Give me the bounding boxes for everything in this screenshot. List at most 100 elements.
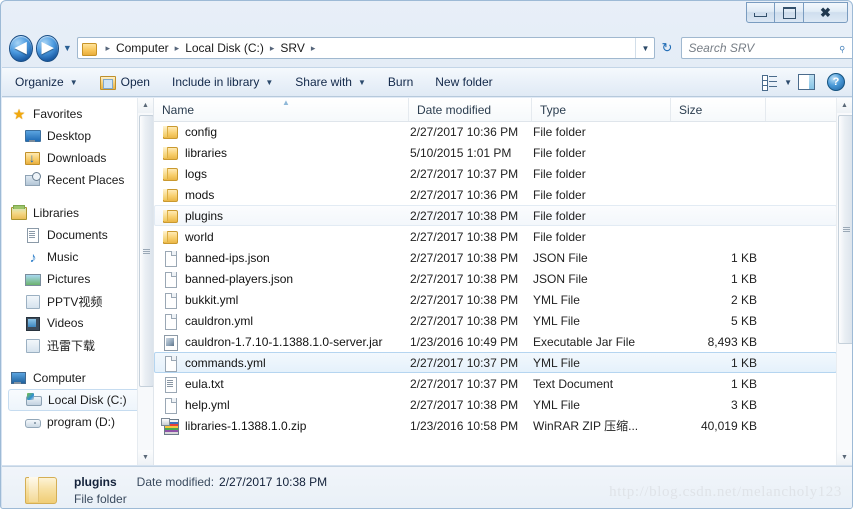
sidebar-group-computer[interactable]: Computer bbox=[2, 367, 153, 389]
maximize-button[interactable] bbox=[775, 2, 804, 23]
breadcrumb-separator: ▸ bbox=[174, 42, 180, 53]
sidebar-item-pptv[interactable]: PPTV视频 bbox=[2, 290, 153, 312]
table-row[interactable]: banned-players.json 2/27/2017 10:38 PM JSO… bbox=[154, 268, 837, 289]
table-row[interactable]: cauldron.yml 2/27/2017 10:38 PM YML File 5 … bbox=[154, 310, 837, 331]
navigation-pane-scrollbar[interactable]: ▲ ▼ bbox=[137, 98, 153, 465]
breadcrumb-item-local-disk[interactable]: Local Disk (C:) bbox=[184, 41, 265, 55]
generic-library-icon bbox=[24, 293, 42, 309]
refresh-icon: ↻ bbox=[661, 40, 673, 55]
file-list-scrollbar[interactable]: ▲ ▼ bbox=[836, 98, 852, 465]
back-button[interactable]: ◀ bbox=[9, 34, 33, 62]
folder-icon bbox=[161, 166, 180, 182]
table-row[interactable]: config 2/27/2017 10:36 PM File folder bbox=[154, 121, 837, 142]
file-name-label: banned-players.json bbox=[185, 271, 294, 286]
sidebar-item-documents[interactable]: Documents bbox=[2, 224, 153, 246]
chevron-down-icon[interactable]: ▼ bbox=[784, 78, 792, 87]
file-name-label: eula.txt bbox=[185, 376, 224, 391]
cell-date-modified: 2/27/2017 10:38 PM bbox=[410, 292, 519, 307]
sidebar-item-program-d[interactable]: program (D:) bbox=[2, 411, 153, 433]
scroll-up-icon[interactable]: ▲ bbox=[837, 98, 852, 113]
search-input[interactable]: Search SRV bbox=[682, 41, 832, 55]
generic-library-icon bbox=[24, 337, 42, 353]
column-headers: Name Date modified Type Size ▲ bbox=[154, 98, 852, 122]
search-icon: ⌕ bbox=[833, 39, 850, 56]
burn-button[interactable]: Burn bbox=[379, 70, 422, 94]
table-row[interactable]: eula.txt 2/27/2017 10:37 PM Text Document 1… bbox=[154, 373, 837, 394]
column-header-date-modified[interactable]: Date modified bbox=[409, 98, 532, 121]
sidebar-group-label: Favorites bbox=[33, 107, 83, 121]
sidebar-item-recent-places[interactable]: Recent Places bbox=[2, 169, 153, 191]
sidebar-group-favorites[interactable]: ★ Favorites bbox=[2, 103, 153, 125]
table-row[interactable]: plugins 2/27/2017 10:38 PM File folder bbox=[154, 205, 837, 226]
folder-icon bbox=[161, 229, 180, 245]
cell-date-modified: 1/23/2016 10:49 PM bbox=[410, 334, 519, 349]
table-row[interactable]: libraries-1.1388.1.0.zip 1/23/2016 10:58 … bbox=[154, 415, 837, 436]
preview-pane-icon[interactable] bbox=[798, 74, 815, 90]
share-with-button[interactable]: Share with ▼ bbox=[286, 70, 375, 94]
address-bar[interactable]: ▸ Computer ▸ Local Disk (C:) ▸ SRV ▸ ▼ bbox=[77, 37, 656, 59]
file-name-label: help.yml bbox=[185, 397, 230, 412]
refresh-button[interactable]: ↻ bbox=[657, 37, 676, 59]
scroll-down-icon[interactable]: ▼ bbox=[837, 450, 852, 465]
file-name-label: bukkit.yml bbox=[185, 292, 239, 307]
close-button[interactable]: ✖ bbox=[804, 2, 848, 23]
new-folder-button[interactable]: New folder bbox=[426, 70, 501, 94]
explorer-window: ✖ ◀ ▶ ▼ ▸ Computer ▸ Local Disk (C:) ▸ S… bbox=[0, 0, 853, 509]
sidebar-item-xunlei[interactable]: 迅雷下载 bbox=[2, 334, 153, 356]
recent-places-icon bbox=[24, 172, 42, 188]
column-header-type[interactable]: Type bbox=[532, 98, 671, 121]
table-row[interactable]: banned-ips.json 2/27/2017 10:38 PM JSON Fi… bbox=[154, 247, 837, 268]
cell-date-modified: 2/27/2017 10:37 PM bbox=[410, 355, 519, 370]
recent-pages-button[interactable]: ▼ bbox=[61, 43, 73, 53]
video-icon bbox=[24, 315, 42, 331]
music-icon: ♪ bbox=[29, 249, 37, 265]
folder-icon bbox=[161, 187, 180, 203]
folder-icon bbox=[82, 42, 98, 56]
sidebar-item-videos[interactable]: Videos bbox=[2, 312, 153, 334]
maximize-icon bbox=[782, 6, 796, 19]
column-header-size[interactable]: Size bbox=[671, 98, 766, 121]
cell-date-modified: 2/27/2017 10:37 PM bbox=[410, 376, 519, 391]
sidebar-item-desktop[interactable]: Desktop bbox=[2, 125, 153, 147]
downloads-icon bbox=[24, 150, 42, 166]
minimize-button[interactable] bbox=[746, 2, 775, 23]
include-in-library-button[interactable]: Include in library ▼ bbox=[163, 70, 282, 94]
file-icon bbox=[161, 397, 180, 414]
sidebar-group-libraries[interactable]: Libraries bbox=[2, 202, 153, 224]
table-row[interactable]: commands.yml 2/27/2017 10:37 PM YML File 1 … bbox=[154, 352, 837, 373]
table-row[interactable]: cauldron-1.7.10-1.1388.1.0-server.jar 1/2… bbox=[154, 331, 837, 352]
organize-button[interactable]: Organize ▼ bbox=[6, 70, 87, 94]
file-name-label: plugins bbox=[185, 208, 224, 223]
cell-date-modified: 2/27/2017 10:38 PM bbox=[410, 250, 519, 265]
sidebar-item-pictures[interactable]: Pictures bbox=[2, 268, 153, 290]
table-row[interactable]: bukkit.yml 2/27/2017 10:38 PM YML File 2 KB bbox=[154, 289, 837, 310]
open-button[interactable]: Open bbox=[91, 70, 159, 94]
scrollbar-thumb[interactable] bbox=[139, 115, 153, 387]
file-name-label: libraries bbox=[185, 145, 228, 160]
help-icon[interactable]: ? bbox=[827, 73, 845, 91]
table-row[interactable]: help.yml 2/27/2017 10:38 PM YML File 3 KB bbox=[154, 394, 837, 415]
table-row[interactable]: libraries 5/10/2015 1:01 PM File folder bbox=[154, 142, 837, 163]
scroll-up-icon[interactable]: ▲ bbox=[138, 98, 153, 113]
text-icon bbox=[161, 376, 180, 393]
sidebar-item-music[interactable]: ♪ Music bbox=[2, 246, 153, 268]
file-name-label: config bbox=[185, 124, 218, 139]
table-row[interactable]: mods 2/27/2017 10:36 PM File folder bbox=[154, 184, 837, 205]
cell-type: File folder bbox=[533, 166, 586, 181]
share-with-label: Share with bbox=[295, 75, 352, 89]
change-view-icon[interactable] bbox=[762, 75, 778, 91]
sidebar-item-local-disk-c[interactable]: Local Disk (C:) bbox=[8, 389, 149, 411]
forward-button[interactable]: ▶ bbox=[35, 34, 60, 62]
scrollbar-thumb[interactable] bbox=[838, 115, 852, 344]
breadcrumb-item-srv[interactable]: SRV bbox=[279, 41, 305, 55]
table-row[interactable]: logs 2/27/2017 10:37 PM File folder bbox=[154, 163, 837, 184]
scroll-down-icon[interactable]: ▼ bbox=[138, 450, 153, 465]
file-icon bbox=[161, 313, 180, 330]
details-date-label: Date modified: bbox=[136, 475, 215, 489]
cell-name: logs bbox=[155, 166, 410, 182]
chevron-down-icon[interactable]: ▼ bbox=[635, 38, 654, 58]
search-box[interactable]: Search SRV ⌕ bbox=[680, 37, 852, 59]
table-row[interactable]: world 2/27/2017 10:38 PM File folder bbox=[154, 226, 837, 247]
breadcrumb-item-computer[interactable]: Computer bbox=[115, 41, 170, 55]
sidebar-item-downloads[interactable]: Downloads bbox=[2, 147, 153, 169]
